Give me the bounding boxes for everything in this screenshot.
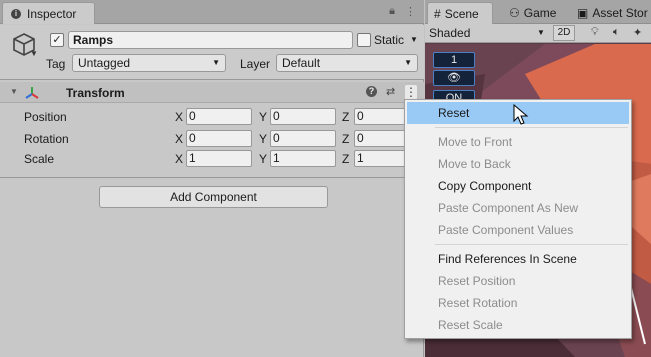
inspector-panel: i Inspector 🔒︎ ⋮ ▼ ✓ Ramps Static ▼ Tag … (0, 0, 424, 357)
x-axis-label: X (175, 110, 184, 124)
component-menu-kebab-icon[interactable]: ⋮ (405, 85, 417, 100)
rotation-y-field[interactable]: 0 (270, 130, 336, 147)
scale-label: Scale (24, 152, 55, 166)
static-label: Static (374, 33, 405, 47)
shading-mode-select[interactable]: Shaded (429, 26, 470, 40)
tab-game-label: Game (523, 6, 557, 20)
gameobject-header: ▼ ✓ Ramps Static ▼ Tag Untagged ▼ Layer … (0, 25, 424, 80)
toggle-2d-button[interactable]: 2D (553, 25, 575, 41)
tab-asset-store-label: Asset Stor (592, 6, 648, 20)
y-axis-label: Y (259, 152, 268, 166)
menu-item-reset-rotation: Reset Rotation (438, 296, 518, 310)
tab-inspector-label: Inspector (27, 6, 77, 21)
z-axis-label: Z (342, 132, 350, 146)
gamepad-icon: ⚇ (509, 6, 520, 20)
transform-title: Transform (66, 86, 125, 100)
mouse-pointer-icon (513, 104, 529, 125)
menu-item-copy-component[interactable]: Copy Component (405, 175, 631, 197)
scene-tabbar: # Scene ⚇ Game ▣ Asset Stor (425, 0, 651, 24)
foldout-arrow-icon[interactable]: ▼ (10, 87, 18, 96)
menu-separator (435, 127, 628, 128)
layer-select[interactable]: Default ▼ (276, 54, 418, 72)
bag-icon: ▣ (577, 6, 589, 20)
overlay-count-button[interactable]: 1 (433, 52, 475, 68)
chevron-down-icon: ▼ (404, 58, 412, 67)
rotation-row: Rotation X 0 Y 0 Z 0 (0, 130, 424, 148)
inspector-tabbar: i Inspector 🔒︎ ⋮ (0, 0, 424, 24)
scale-row: Scale X 1 Y 1 Z 1 (0, 150, 424, 168)
layer-label: Layer (240, 57, 271, 71)
visibility-eye-icon[interactable]: 👁︎ (433, 70, 475, 86)
active-checkbox[interactable]: ✓ (50, 33, 64, 47)
component-separator (0, 177, 424, 178)
static-checkbox[interactable] (357, 33, 371, 47)
position-y-field[interactable]: 0 (270, 108, 336, 125)
position-row: Position X 0 Y 0 Z 0 (0, 108, 424, 126)
menu-separator (435, 244, 628, 245)
menu-item-reset-position: Reset Position (438, 274, 516, 288)
lighting-bulb-icon[interactable]: 💡︎ (591, 26, 599, 39)
component-context-menu: Reset Move to Front Move to Back Copy Compo… (404, 99, 632, 339)
menu-item-reset-scale: Reset Scale (438, 318, 503, 332)
position-x-field[interactable]: 0 (186, 108, 252, 125)
hash-icon: # (434, 6, 441, 21)
menu-item-paste-component-as-new: Paste Component As New (438, 201, 579, 215)
y-axis-label: Y (259, 110, 268, 124)
menu-item-move-to-back: Move to Back (438, 157, 511, 171)
menu-item-paste-component-values: Paste Component Values (438, 223, 574, 237)
menu-item-find-references-in-scene[interactable]: Find References In Scene (405, 248, 631, 270)
help-icon[interactable]: ? (366, 86, 377, 97)
scene-toolbar: Shaded ▼ 2D 💡︎ 🔈︎ ✦ (425, 24, 651, 43)
add-component-button[interactable]: Add Component (99, 186, 328, 208)
tag-select-value: Untagged (78, 56, 131, 70)
tab-game[interactable]: ⚇ Game (503, 2, 567, 24)
layer-select-value: Default (282, 56, 321, 70)
y-axis-label: Y (259, 132, 268, 146)
tab-scene[interactable]: # Scene (427, 2, 493, 24)
tab-inspector[interactable]: i Inspector (2, 2, 95, 24)
rotation-label: Rotation (24, 132, 69, 146)
effects-icon[interactable]: ✦ (633, 26, 642, 39)
presets-sliders-icon[interactable]: ⇄ (386, 85, 395, 98)
x-axis-label: X (175, 132, 184, 146)
info-icon: i (11, 8, 21, 19)
object-name-input[interactable]: Ramps (68, 31, 353, 49)
transform-component-header[interactable]: ▼ Transform ? ⇄ ⋮ (0, 82, 424, 103)
tag-select[interactable]: Untagged ▼ (72, 54, 226, 72)
scale-x-field[interactable]: 1 (186, 150, 252, 167)
icon-dropdown-caret-icon[interactable]: ▼ (30, 49, 38, 58)
position-label: Position (24, 110, 67, 124)
x-axis-label: X (175, 152, 184, 166)
chevron-down-icon: ▼ (212, 58, 220, 67)
tag-label: Tag (46, 57, 66, 71)
static-dropdown-caret-icon[interactable]: ▼ (410, 35, 418, 44)
rotation-x-field[interactable]: 0 (186, 130, 252, 147)
chevron-down-icon[interactable]: ▼ (537, 28, 545, 37)
z-axis-label: Z (342, 152, 350, 166)
tab-scene-label: Scene (444, 6, 479, 21)
scale-y-field[interactable]: 1 (270, 150, 336, 167)
audio-speaker-icon[interactable]: 🔈︎ (613, 26, 620, 39)
transform-axes-icon (25, 87, 39, 99)
z-axis-label: Z (342, 110, 350, 124)
lock-icon[interactable]: 🔒︎ (389, 5, 395, 18)
tab-asset-store[interactable]: ▣ Asset Stor (571, 2, 651, 24)
menu-item-move-to-front: Move to Front (438, 135, 513, 149)
menu-kebab-icon[interactable]: ⋮ (405, 5, 416, 18)
